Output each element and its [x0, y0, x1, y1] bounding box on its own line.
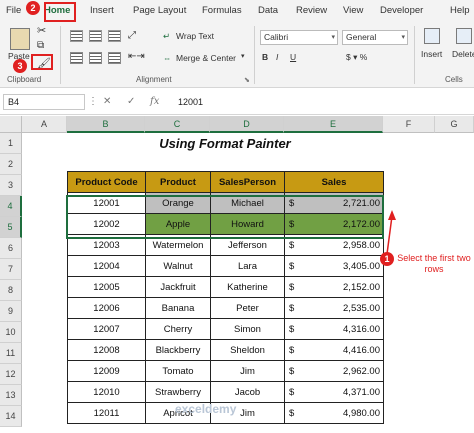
annotation-arrow [386, 210, 396, 255]
annotation-note: Select the first two rows [397, 253, 471, 274]
watermark-text: exceldemy [175, 402, 237, 416]
